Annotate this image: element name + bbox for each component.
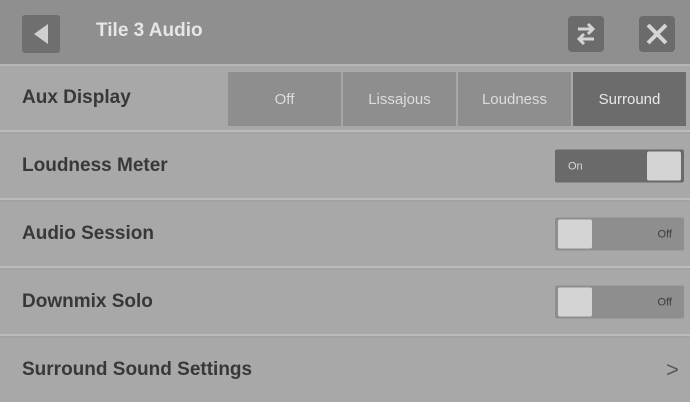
- aux-display-segmented-control: Off Lissajous Loudness Surround: [228, 72, 686, 126]
- aux-display-row: Aux Display Off Lissajous Loudness Surro…: [0, 66, 690, 132]
- chevron-right-icon: >: [666, 357, 679, 382]
- toggle-knob: [558, 287, 592, 317]
- close-x-icon: [646, 23, 668, 45]
- header-bar: Tile 3 Audio: [0, 0, 690, 66]
- swap-arrows-icon: [576, 22, 596, 46]
- close-button[interactable]: [639, 16, 675, 52]
- aux-option-lissajous[interactable]: Lissajous: [343, 72, 458, 126]
- loudness-meter-label: Loudness Meter: [22, 155, 168, 176]
- audio-session-row: Audio Session Off: [0, 202, 690, 268]
- surround-sound-settings-row[interactable]: Surround Sound Settings >: [0, 338, 690, 402]
- toggle-knob: [647, 151, 681, 181]
- downmix-solo-toggle-state: Off: [657, 296, 672, 308]
- loudness-meter-toggle-state: On: [568, 160, 583, 172]
- back-button[interactable]: [22, 15, 60, 53]
- loudness-meter-toggle[interactable]: On: [555, 149, 684, 183]
- toggle-knob: [558, 219, 592, 249]
- downmix-solo-label: Downmix Solo: [22, 291, 153, 312]
- surround-sound-settings-label: Surround Sound Settings: [22, 359, 253, 380]
- aux-option-surround[interactable]: Surround: [573, 72, 686, 126]
- aux-display-label: Aux Display: [22, 87, 131, 108]
- swap-button[interactable]: [568, 16, 604, 52]
- aux-option-loudness[interactable]: Loudness: [458, 72, 573, 126]
- audio-session-toggle-state: Off: [657, 228, 672, 240]
- page-title: Tile 3 Audio: [96, 20, 203, 41]
- loudness-meter-row: Loudness Meter On: [0, 134, 690, 200]
- back-arrow-icon: [34, 24, 48, 44]
- audio-session-toggle[interactable]: Off: [555, 217, 684, 251]
- tile-audio-screen: Tile 3 Audio Aux Display Off Lissajous L…: [0, 0, 690, 402]
- aux-option-off[interactable]: Off: [228, 72, 343, 126]
- downmix-solo-row: Downmix Solo Off: [0, 270, 690, 336]
- downmix-solo-toggle[interactable]: Off: [555, 285, 684, 319]
- audio-session-label: Audio Session: [22, 223, 154, 244]
